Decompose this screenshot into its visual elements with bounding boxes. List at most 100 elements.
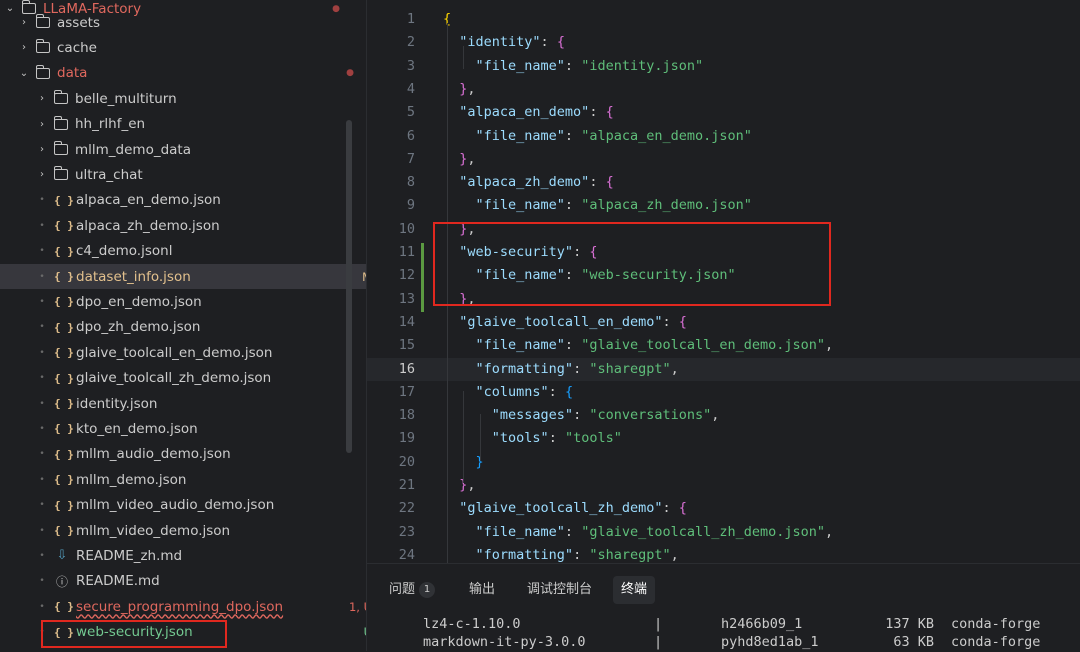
panel-tab[interactable]: 输出 bbox=[461, 576, 503, 604]
tree-item-label: alpaca_en_demo.json bbox=[76, 192, 221, 209]
tree-item[interactable]: • ⓘ README.md bbox=[0, 569, 366, 594]
terminal-build: pyhd8ed1ab_1 bbox=[721, 634, 819, 650]
code-text: "file_name": "glaive_toolcall_zh_demo.js… bbox=[443, 521, 834, 544]
line-number: 1 bbox=[406, 11, 415, 27]
line-number: 14 bbox=[398, 313, 415, 330]
code-token: "formatting" bbox=[475, 360, 574, 377]
line-number: 21 bbox=[398, 477, 415, 493]
code-line: 5 "alpaca_en_demo": { bbox=[367, 101, 1080, 124]
tree-item[interactable]: • { } glaive_toolcall_en_demo.json bbox=[0, 340, 366, 365]
folder-icon bbox=[54, 115, 68, 130]
line-number: 10 bbox=[398, 220, 415, 237]
line-number: 16 bbox=[398, 360, 415, 377]
code-token: "identity.json" bbox=[581, 57, 704, 74]
tree-item[interactable]: • { } mllm_video_audio_demo.json bbox=[0, 493, 366, 518]
line-number: 9 bbox=[406, 197, 415, 214]
tree-item-label: mllm_demo_data bbox=[75, 141, 191, 158]
terminal-size: 63 KB bbox=[893, 634, 934, 650]
code-line: 16 "formatting": "sharegpt", bbox=[367, 357, 1080, 381]
bullet-icon: • bbox=[39, 246, 45, 257]
tree-item[interactable]: • { } identity.json bbox=[0, 391, 366, 416]
bullet-icon: • bbox=[39, 474, 45, 485]
panel-tab[interactable]: 问题 1 bbox=[381, 576, 443, 604]
tree-item[interactable]: • { } alpaca_en_demo.json bbox=[0, 188, 366, 213]
bullet-icon: • bbox=[39, 576, 45, 587]
explorer-scrollbar[interactable] bbox=[346, 120, 352, 453]
tree-item[interactable]: • { } mllm_video_demo.json bbox=[0, 518, 366, 543]
code-token: { bbox=[564, 383, 574, 400]
code-token: "conversations" bbox=[589, 407, 712, 424]
panel-tab-label: 调试控制台 bbox=[527, 582, 593, 597]
code-token: "sharegpt" bbox=[589, 360, 671, 377]
chevron-right-icon: › bbox=[22, 42, 26, 54]
code-token: "sharegpt" bbox=[589, 546, 671, 563]
panel-tab[interactable]: 调试控制台 bbox=[519, 576, 600, 604]
tree-item[interactable]: › assets bbox=[0, 10, 366, 35]
line-number: 11 bbox=[398, 244, 415, 260]
tree-item-label: hh_rlhf_en bbox=[75, 116, 146, 133]
bullet-icon: • bbox=[39, 423, 45, 434]
annotation-box-web-security-entry bbox=[433, 222, 831, 306]
tree-item-label: data bbox=[57, 65, 88, 82]
tree-item[interactable]: • { } alpaca_zh_demo.json bbox=[0, 213, 366, 238]
tree-item[interactable]: • ⇩ README_zh.md bbox=[0, 543, 366, 568]
bullet-icon: • bbox=[39, 220, 45, 231]
folder-icon bbox=[54, 90, 68, 105]
tree-item[interactable]: ⌄ data ● bbox=[0, 61, 366, 86]
code-line: 7 }, bbox=[367, 148, 1080, 171]
tree-item[interactable]: › ultra_chat bbox=[0, 162, 366, 187]
json-file-icon: { } bbox=[54, 270, 74, 283]
tree-item[interactable]: › belle_multiturn bbox=[0, 86, 366, 111]
code-line: 24 "formatting": "sharegpt", bbox=[367, 544, 1080, 563]
code-token: "file_name" bbox=[475, 57, 565, 74]
code-text: "file_name": "glaive_toolcall_en_demo.js… bbox=[443, 334, 834, 357]
code-token: "glaive_toolcall_en_demo" bbox=[459, 313, 663, 330]
annotation-box-web-security-file bbox=[41, 620, 227, 648]
code-token: , bbox=[825, 523, 834, 540]
tree-item[interactable]: • { }secure_programming_dpo.json 1, U bbox=[0, 594, 366, 619]
json-file-icon: { } bbox=[54, 219, 74, 233]
panel-tab-label: 终端 bbox=[621, 582, 648, 597]
tree-item[interactable]: • { } dpo_en_demo.json bbox=[0, 289, 366, 314]
tree-item-label: belle_multiturn bbox=[75, 90, 177, 107]
explorer-sidebar: ⌄ LLaMA-Factory ● › assets › cache ⌄ data ● › be… bbox=[0, 0, 367, 651]
json-file-icon: { } bbox=[54, 524, 74, 537]
tree-item-label: alpaca_zh_demo.json bbox=[76, 217, 220, 234]
code-token: : bbox=[573, 546, 590, 563]
tree-item[interactable]: • { } mllm_demo.json bbox=[0, 467, 366, 492]
code-text: "file_name": "alpaca_zh_demo.json" bbox=[443, 194, 752, 217]
code-line: 15 "file_name": "glaive_toolcall_en_demo… bbox=[367, 334, 1080, 357]
terminal-channel: conda-forge bbox=[951, 616, 1041, 632]
tree-item-label: glaive_toolcall_en_demo.json bbox=[76, 344, 273, 361]
bullet-icon: • bbox=[39, 296, 45, 307]
tree-item[interactable]: • { } mllm_audio_demo.json bbox=[0, 442, 366, 467]
tree-item[interactable]: • { } glaive_toolcall_zh_demo.json bbox=[0, 366, 366, 391]
tree-item[interactable]: › cache bbox=[0, 35, 366, 60]
code-token: "formatting" bbox=[475, 546, 574, 563]
tree-item[interactable]: • { } c4_demo.jsonl bbox=[0, 239, 366, 264]
panel-tab[interactable]: 终端 bbox=[613, 576, 656, 604]
code-token: : bbox=[564, 337, 582, 354]
terminal-line: lz4-c-1.10.0 | h2466b09_1 137 KB conda-forge bbox=[367, 614, 1080, 634]
code-text: "glaive_toolcall_zh_demo": { bbox=[443, 497, 687, 520]
tree-item[interactable]: • { } dpo_zh_demo.json bbox=[0, 315, 366, 340]
tree-item[interactable]: › hh_rlhf_en bbox=[0, 112, 366, 137]
bullet-icon: • bbox=[39, 398, 45, 409]
line-number: 13 bbox=[398, 290, 415, 307]
json-file-icon: { } bbox=[54, 397, 74, 410]
tree-item[interactable]: • { } kto_en_demo.json bbox=[0, 416, 366, 441]
code-token: "columns" bbox=[475, 383, 549, 400]
tree-item[interactable]: •{ }dataset_info.jsonM bbox=[0, 264, 366, 289]
code-line: 1{ bbox=[367, 8, 1080, 31]
tree-item-label: README_zh.md bbox=[76, 547, 183, 564]
line-number: 22 bbox=[398, 500, 415, 517]
indent-guide bbox=[480, 414, 481, 460]
code-text: "formatting": "sharegpt", bbox=[443, 544, 679, 563]
tree-item[interactable]: › mllm_demo_data bbox=[0, 137, 366, 162]
code-token: : bbox=[564, 197, 582, 214]
problem-count-badge: 1 bbox=[419, 581, 436, 598]
json-file-icon: { } bbox=[54, 346, 74, 360]
